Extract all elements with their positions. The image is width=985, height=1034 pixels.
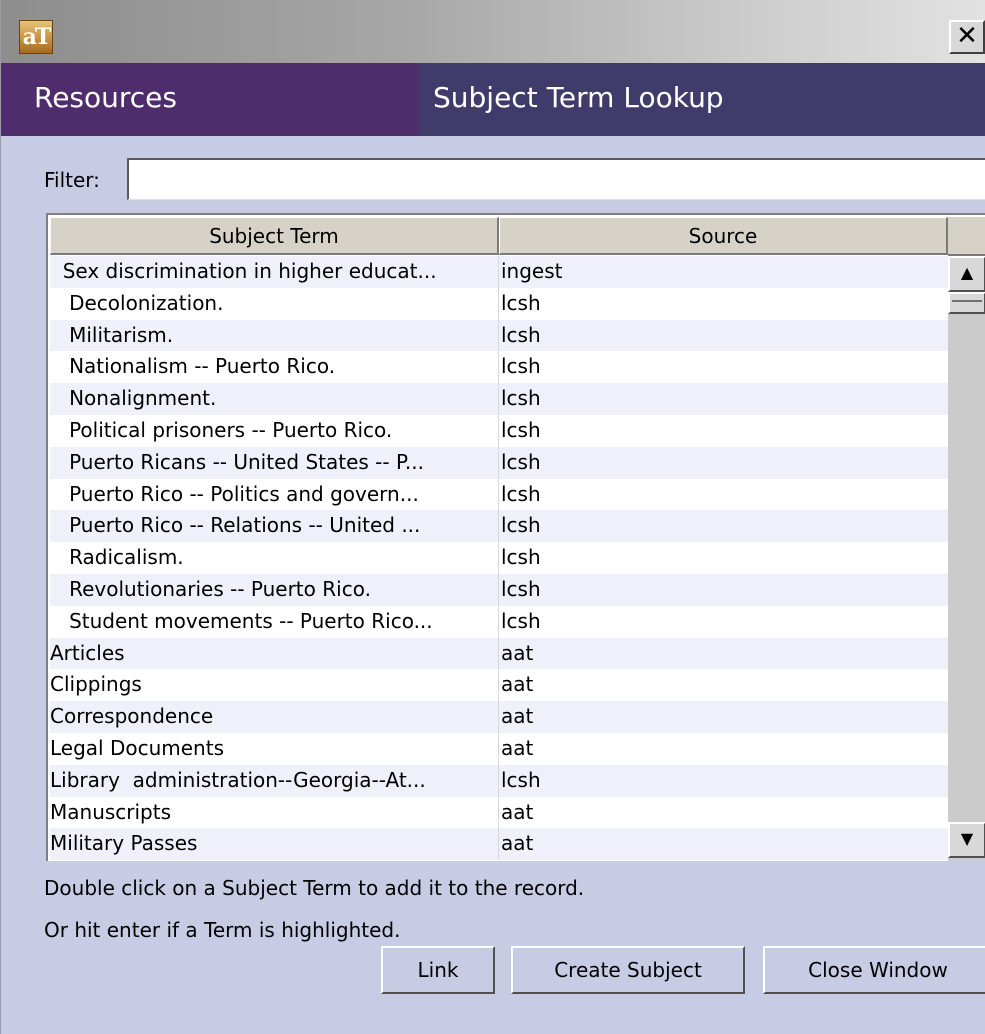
table-row[interactable]: Militarism. lcsh xyxy=(50,319,948,352)
cell-subject-term: Correspondence xyxy=(50,704,214,729)
cell-source: lcsh xyxy=(501,354,541,379)
dialog-title: Subject Term Lookup xyxy=(433,81,724,114)
header-right-panel: Subject Term Lookup xyxy=(419,63,985,136)
scroll-up-icon[interactable]: ▲ xyxy=(948,256,985,292)
scroll-down-icon[interactable]: ▼ xyxy=(948,822,985,858)
table-row[interactable]: Clippings aat xyxy=(50,669,948,702)
cell-source: aat xyxy=(501,799,534,824)
filter-label: Filter: xyxy=(44,168,100,192)
header-left-panel: Resources xyxy=(1,63,419,136)
filter-input[interactable] xyxy=(127,158,985,200)
table-row[interactable]: Decolonization. lcsh xyxy=(50,287,948,320)
cell-source: aat xyxy=(501,735,534,760)
cell-source: lcsh xyxy=(501,322,541,347)
table-row[interactable]: Military Passes aat xyxy=(50,828,948,860)
cell-source: aat xyxy=(501,831,534,856)
hint-double-click: Double click on a Subject Term to add it… xyxy=(44,876,585,900)
header-banner: Resources Subject Term Lookup xyxy=(1,63,985,136)
subject-lookup-window: aT ✕ Resources Subject Term Lookup Filte… xyxy=(0,0,985,1034)
cell-subject-term: Radicalism. xyxy=(50,545,184,570)
column-header-subject-term[interactable]: Subject Term xyxy=(50,217,499,255)
cell-subject-term: Sex discrimination in higher educat... xyxy=(50,259,437,283)
column-divider xyxy=(498,256,499,860)
cell-source: aat xyxy=(501,672,534,697)
table-row[interactable]: Articles aat xyxy=(50,637,948,670)
table-row[interactable]: Puerto Rico -- Relations -- United ... lc… xyxy=(50,510,948,543)
cell-source: lcsh xyxy=(501,417,541,442)
close-window-button[interactable]: Close Window xyxy=(763,946,985,994)
cell-subject-term: Nonalignment. xyxy=(50,386,217,411)
cell-subject-term: Puerto Rico -- Politics and govern... xyxy=(50,481,419,506)
table-row[interactable]: Manuscripts aat xyxy=(50,796,948,829)
cell-source: aat xyxy=(501,704,534,729)
cell-source: lcsh xyxy=(501,513,541,538)
cell-source: aat xyxy=(501,640,534,665)
table-body: Sex discrimination in higher educat... in… xyxy=(50,256,948,860)
table-header-corner xyxy=(948,217,985,256)
cell-source: lcsh xyxy=(501,290,541,315)
app-logo-icon: aT xyxy=(19,20,53,54)
cell-subject-term: Revolutionaries -- Puerto Rico. xyxy=(50,576,371,601)
cell-subject-term: Nationalism -- Puerto Rico. xyxy=(50,354,336,379)
table-row[interactable]: Student movements -- Puerto Rico... lcsh xyxy=(50,605,948,638)
close-icon[interactable]: ✕ xyxy=(949,20,985,54)
table-row[interactable]: Nonalignment. lcsh xyxy=(50,383,948,415)
table-row[interactable]: Sex discrimination in higher educat... in… xyxy=(50,256,948,288)
cell-subject-term: Puerto Ricans -- United States -- P... xyxy=(50,449,424,474)
hint-enter: Or hit enter if a Term is highlighted. xyxy=(44,918,401,942)
cell-subject-term: Legal Documents xyxy=(50,735,224,760)
link-button[interactable]: Link xyxy=(381,946,495,994)
cell-source: lcsh xyxy=(501,576,541,601)
cell-source: ingest xyxy=(501,259,563,283)
cell-subject-term: Decolonization. xyxy=(50,290,224,315)
scroll-thumb[interactable] xyxy=(948,292,985,314)
cell-subject-term: Clippings xyxy=(50,672,142,697)
cell-subject-term: Articles xyxy=(50,640,125,665)
cell-subject-term: Manuscripts xyxy=(50,799,172,824)
cell-subject-term: Library administration--Georgia--At... xyxy=(50,767,426,792)
table-row[interactable]: Library administration--Georgia--At... lc… xyxy=(50,764,948,797)
cell-subject-term: Puerto Rico -- Relations -- United ... xyxy=(50,513,421,538)
cell-subject-term: Military Passes xyxy=(50,831,198,856)
cell-source: lcsh xyxy=(501,608,541,633)
table-row[interactable]: Legal Documents aat xyxy=(50,732,948,765)
cell-subject-term: Militarism. xyxy=(50,322,174,347)
table-row[interactable]: Radicalism. lcsh xyxy=(50,542,948,574)
cell-source: lcsh xyxy=(501,386,541,411)
cell-subject-term: Student movements -- Puerto Rico... xyxy=(50,608,433,633)
module-title: Resources xyxy=(34,81,177,114)
cell-source: lcsh xyxy=(501,481,541,506)
cell-source: lcsh xyxy=(501,545,541,570)
table-row[interactable]: Puerto Ricans -- United States -- P... lc… xyxy=(50,446,948,479)
cell-subject-term: Political prisoners -- Puerto Rico. xyxy=(50,417,393,442)
title-bar[interactable]: aT ✕ xyxy=(1,0,985,63)
cell-source: lcsh xyxy=(501,449,541,474)
table-row[interactable]: Nationalism -- Puerto Rico. lcsh xyxy=(50,351,948,384)
table-row[interactable]: Puerto Rico -- Politics and govern... lcs… xyxy=(50,478,948,511)
table-row[interactable]: Revolutionaries -- Puerto Rico. lcsh xyxy=(50,573,948,606)
column-header-source[interactable]: Source xyxy=(499,217,948,255)
vertical-scrollbar[interactable]: ▲ ▼ xyxy=(948,256,985,861)
table-row[interactable]: Political prisoners -- Puerto Rico. lcsh xyxy=(50,414,948,447)
cell-source: lcsh xyxy=(501,767,541,792)
create-subject-button[interactable]: Create Subject xyxy=(511,946,745,994)
table-row[interactable]: Correspondence aat xyxy=(50,701,948,733)
